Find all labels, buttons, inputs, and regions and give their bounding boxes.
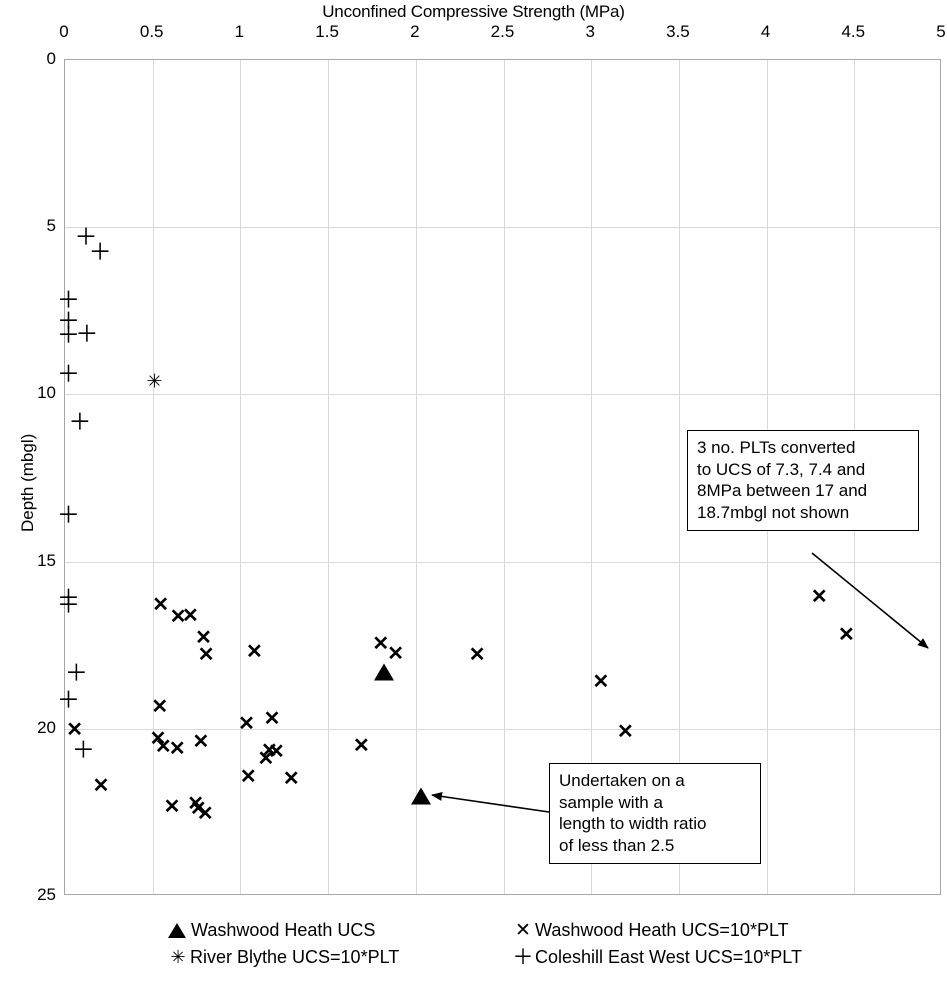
data-point: ✕ xyxy=(197,643,215,666)
data-point: ✕ xyxy=(468,643,486,666)
data-point: ＋ xyxy=(75,320,99,347)
x-axis-title: Unconfined Compressive Strength (MPa) xyxy=(322,2,625,21)
data-point: ✕ xyxy=(151,696,169,719)
data-point: ✳ xyxy=(146,370,163,393)
legend-item-label: Washwood Heath UCS xyxy=(191,920,376,940)
legend-item[interactable]: ✳ River Blythe UCS=10*PLT xyxy=(168,947,513,968)
x-tick-label: 2 xyxy=(410,22,420,41)
data-point: ✕ xyxy=(282,767,300,790)
gridline-vertical xyxy=(415,60,417,894)
legend-marker-cross-icon: ✕ xyxy=(515,920,531,941)
legend-item-label: River Blythe UCS=10*PLT xyxy=(190,947,400,967)
data-point: ✕ xyxy=(257,747,275,770)
annotation-plts-not-shown: 3 no. PLTs converted to UCS of 7.3, 7.4 … xyxy=(687,430,919,532)
x-tick-label: 0.5 xyxy=(139,22,164,41)
data-point: ✕ xyxy=(196,803,214,826)
gridline-vertical xyxy=(503,60,505,894)
x-tick-label: 4 xyxy=(760,22,771,41)
legend-item[interactable]: ✕ Washwood Heath UCS=10*PLT xyxy=(513,920,802,941)
data-point: ✕ xyxy=(238,712,255,735)
x-tick-label: 2.5 xyxy=(490,22,515,41)
gridline-horizontal xyxy=(65,561,940,563)
x-tick-label: 4.5 xyxy=(841,22,866,41)
x-tick-label: 3.5 xyxy=(666,22,690,41)
gridline-horizontal xyxy=(65,227,940,229)
y-tick-label: 15 xyxy=(37,550,56,570)
data-point: ✕ xyxy=(163,796,181,819)
data-point: ✕ xyxy=(92,774,110,797)
data-point: ✕ xyxy=(592,670,610,693)
x-tick-label: 1.5 xyxy=(315,22,339,41)
legend-item[interactable]: ＋ Coleshill East West UCS=10*PLT xyxy=(513,947,802,968)
gridline-vertical xyxy=(328,60,330,894)
data-point: ✕ xyxy=(810,585,828,608)
data-point: ✕ xyxy=(192,731,210,754)
data-point: ＋ xyxy=(57,686,80,713)
data-point: ＋ xyxy=(68,408,92,435)
data-point: ＋ xyxy=(57,501,80,528)
y-tick-label: 10 xyxy=(37,383,56,403)
x-tick-label: 0 xyxy=(59,22,69,41)
data-point: ＋ xyxy=(57,591,80,618)
data-point: ✕ xyxy=(353,734,370,757)
gridline-horizontal xyxy=(65,728,940,730)
x-tick-label: 3 xyxy=(585,22,595,41)
data-point: ＋ xyxy=(57,360,80,387)
chart-root: Unconfined Compressive Strength (MPa) 00… xyxy=(0,0,947,981)
data-point: ＋ xyxy=(64,659,88,686)
legend-item-label: Washwood Heath UCS=10*PLT xyxy=(535,920,789,940)
y-tick-label: 20 xyxy=(37,717,56,737)
legend-marker-plus-icon: ＋ xyxy=(512,946,534,969)
data-point: ✕ xyxy=(168,737,186,760)
legend-item[interactable]: Washwood Heath UCS xyxy=(168,920,513,941)
data-point: ✕ xyxy=(617,721,634,744)
data-point: ✕ xyxy=(152,594,169,617)
data-point: ✕ xyxy=(182,605,199,628)
data-point: ✕ xyxy=(263,707,281,730)
legend-marker-asterisk-icon: ✳ xyxy=(170,946,186,968)
y-tick-label: 0 xyxy=(46,49,56,68)
chart-legend: Washwood Heath UCS ✕ Washwood Heath UCS=10… xyxy=(168,920,802,968)
y-axis-title: Depth (mbgl) xyxy=(18,433,37,532)
legend-marker-triangle-icon xyxy=(168,923,186,938)
data-point: ✕ xyxy=(239,766,257,789)
y-tick-label: 5 xyxy=(46,216,56,236)
data-point xyxy=(411,787,432,805)
data-point xyxy=(374,663,395,681)
legend-item-label: Coleshill East West UCS=10*PLT xyxy=(535,947,802,967)
gridline-vertical xyxy=(152,60,154,894)
data-point: ✕ xyxy=(246,640,263,663)
annotation-length-width-ratio: Undertaken on a sample with a length to … xyxy=(549,763,761,865)
data-point: ＋ xyxy=(71,736,95,763)
data-point: ✕ xyxy=(838,624,855,647)
data-point: ＋ xyxy=(88,238,112,265)
data-point: ✕ xyxy=(387,642,405,665)
x-tick-label: 5 xyxy=(936,22,946,41)
x-tick-label: 1 xyxy=(234,22,245,41)
gridline-horizontal xyxy=(65,394,940,396)
y-tick-label: 25 xyxy=(37,885,56,904)
